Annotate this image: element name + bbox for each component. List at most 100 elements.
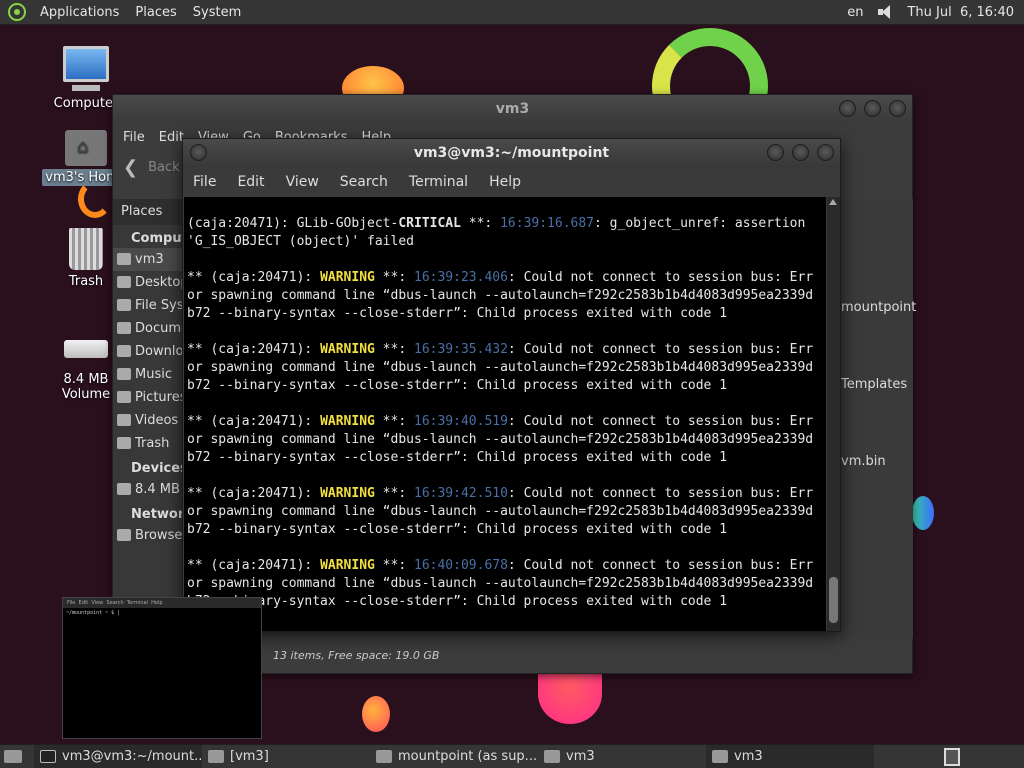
taskbar-item[interactable]: vm3 — [706, 744, 874, 768]
workspace-switcher[interactable] — [944, 747, 960, 766]
menu-help[interactable]: Help — [489, 174, 521, 190]
computer-icon — [63, 46, 109, 91]
terminal-line: b72 --binary-syntax --close-stderr”: Chi… — [187, 450, 728, 465]
places-menu[interactable]: Places — [127, 5, 184, 20]
taskbar-item[interactable]: [vm3] — [202, 745, 370, 768]
log-text: ** (caja:20471): — [187, 342, 321, 357]
sidebar-item[interactable]: Browse Network — [113, 524, 183, 547]
log-text: ** (caja:20471): — [187, 558, 321, 573]
menu-search[interactable]: Search — [340, 174, 388, 190]
log-text: **: — [374, 414, 414, 429]
menu-view[interactable]: View — [286, 174, 319, 190]
window-titlebar[interactable]: vm3@vm3:~/mountpoint — [183, 139, 840, 167]
taskbar-item[interactable]: mountpoint (as sup... — [370, 745, 538, 768]
terminal-line: or spawning command line “dbus-launch --… — [187, 288, 814, 303]
log-text: : Could not connect to session bus: Err — [507, 558, 814, 573]
folder-icon — [376, 750, 392, 763]
keyboard-layout-indicator[interactable]: en — [847, 5, 863, 20]
file-item-label[interactable]: Templates — [841, 377, 907, 392]
terminal-line: b72 --binary-syntax --close-stderr”: Chi… — [187, 306, 728, 321]
sidebar-item[interactable]: 8.4 MB Volume — [113, 478, 183, 501]
menu-terminal[interactable]: Terminal — [409, 174, 468, 190]
sidebar-item[interactable]: Downloads — [113, 340, 183, 363]
log-timestamp: 16:39:42.510 — [414, 486, 508, 501]
maximize-button[interactable] — [864, 100, 881, 117]
log-level: CRITICAL — [398, 216, 461, 231]
minimize-button[interactable] — [839, 100, 856, 117]
filesystem-icon — [117, 299, 131, 311]
sidebar-item[interactable]: Videos — [113, 409, 183, 432]
file-view[interactable] — [841, 199, 913, 639]
close-button[interactable] — [817, 144, 834, 161]
system-menu[interactable]: System — [185, 5, 249, 20]
menu-file[interactable]: File — [123, 130, 145, 145]
scroll-up-arrow-icon[interactable] — [829, 199, 837, 205]
clock[interactable]: Thu Jul 6, 16:40 — [907, 5, 1014, 20]
sidebar-header[interactable]: Places — [113, 199, 183, 225]
log-timestamp: 16:39:40.519 — [414, 414, 508, 429]
sidebar-item[interactable]: Music — [113, 363, 183, 386]
sidebar-item[interactable]: Pictures — [113, 386, 183, 409]
sidebar-item-label: Videos — [135, 413, 179, 428]
show-desktop-button[interactable] — [2, 745, 24, 768]
folder-icon — [117, 391, 131, 403]
terminal-window[interactable]: vm3@vm3:~/mountpoint File Edit View Sear… — [182, 138, 841, 632]
back-arrow-icon[interactable]: ❮ — [123, 157, 138, 178]
window-menu-button[interactable] — [190, 144, 207, 161]
volume-icon[interactable] — [877, 4, 893, 20]
folder-icon — [117, 322, 131, 334]
terminal-thumbnail[interactable]: File Edit View Search Terminal Help ~/mo… — [62, 597, 262, 739]
scrollbar-thumb[interactable] — [829, 577, 838, 623]
terminal-line: b72 --binary-syntax --close-stderr”: Chi… — [187, 522, 728, 537]
sidebar-item[interactable]: File System — [113, 294, 183, 317]
taskbar-item-label: [vm3] — [230, 749, 269, 764]
menu-file[interactable]: File — [193, 174, 216, 190]
taskbar-item[interactable]: vm3 — [538, 745, 706, 768]
close-button[interactable] — [889, 100, 906, 117]
maximize-button[interactable] — [792, 144, 809, 161]
terminal-line: ** (caja:20471): WARNING **: 16:40:09.67… — [187, 557, 826, 575]
file-item-label[interactable]: mountpoint — [841, 300, 916, 315]
sidebar-item-label: vm3 — [135, 252, 164, 267]
folder-icon — [544, 750, 560, 763]
sidebar-item[interactable]: Desktop — [113, 271, 183, 294]
scrollbar[interactable] — [827, 197, 840, 631]
folder-icon — [117, 345, 131, 357]
window-titlebar[interactable]: vm3 — [113, 95, 912, 123]
log-level: WARNING — [320, 486, 375, 501]
sidebar-item[interactable]: Documents — [113, 317, 183, 340]
drive-icon — [117, 483, 131, 495]
sidebar-item-label: Trash — [135, 436, 170, 451]
back-button[interactable]: Back — [148, 160, 180, 175]
terminal-line: or spawning command line “dbus-launch --… — [187, 432, 814, 447]
log-text: (caja:20471): GLib-GObject- — [187, 216, 399, 231]
mate-logo-icon[interactable] — [8, 3, 26, 21]
sidebar-item[interactable]: vm3 — [113, 248, 183, 271]
log-text: **: — [460, 216, 501, 231]
sidebar-item-label: Browse Network — [135, 528, 183, 543]
taskbar-item-label: vm3 — [566, 749, 595, 764]
terminal-output[interactable]: (caja:20471): GLib-GObject-CRITICAL **: … — [184, 197, 826, 631]
folder-icon — [117, 368, 131, 380]
menu-edit[interactable]: Edit — [237, 174, 264, 190]
sidebar: Places Computer vm3 Desktop File System … — [113, 199, 203, 639]
menu-edit[interactable]: Edit — [159, 130, 184, 145]
show-desktop-icon — [4, 750, 22, 763]
log-text: : Could not connect to session bus: Err — [507, 486, 814, 501]
file-item-label[interactable]: vm.bin — [841, 454, 886, 469]
log-text: ** (caja:20471): — [187, 270, 321, 285]
minimize-button[interactable] — [767, 144, 784, 161]
taskbar-item[interactable]: vm3@vm3:~/mount... — [34, 744, 202, 768]
sidebar-item[interactable]: Trash — [113, 432, 183, 455]
sidebar-item-label: File System — [135, 298, 183, 313]
desktop-icon — [117, 276, 131, 288]
terminal-line: ** (caja:20471): WARNING **: 16:39:35.43… — [187, 341, 826, 359]
sidebar-item-label: Music — [135, 367, 172, 382]
log-level: WARNING — [320, 342, 375, 357]
network-icon — [117, 529, 131, 541]
applications-menu[interactable]: Applications — [32, 5, 127, 20]
terminal-line: (caja:20471): GLib-GObject-CRITICAL **: … — [187, 215, 826, 233]
